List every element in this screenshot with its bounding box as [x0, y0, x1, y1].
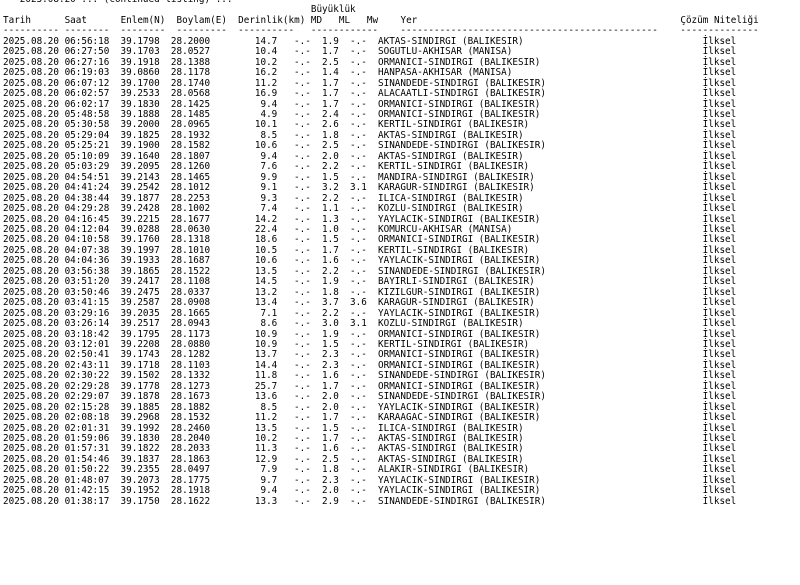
table-row: 2025.08.20 04:16:45 39.2215 28.1677 14.2…	[3, 213, 737, 225]
col-header-time: Saat	[64, 14, 121, 26]
table-row: 2025.08.20 01:50:22 39.2355 28.0497 7.9 …	[3, 464, 737, 476]
table-row: 2025.08.20 03:18:42 39.1795 28.1173 10.9…	[3, 328, 737, 340]
table-row: 2025.08.20 05:03:29 39.2095 28.1260 7.6 …	[3, 161, 737, 173]
table-row: 2025.08.20 01:57:31 39.1822 28.2033 11.3…	[3, 443, 737, 455]
table-row: 2025.08.20 01:42:15 39.1952 28.1918 9.4 …	[3, 485, 737, 497]
earthquake-listing: 2025.08.20 ... (continued listing) ... B…	[0, 0, 800, 507]
table-row: 2025.08.20 03:26:14 39.2517 28.0943 8.6 …	[3, 318, 737, 330]
table-row: 2025.08.20 05:29:04 39.1825 28.1932 8.5 …	[3, 129, 737, 141]
table-row: 2025.08.20 04:38:44 39.1877 28.2253 9.3 …	[3, 192, 737, 204]
table-row: 2025.08.20 04:07:38 39.1997 28.1010 10.5…	[3, 244, 737, 256]
table-row: 2025.08.20 01:48:07 39.2073 28.1775 9.7 …	[3, 474, 737, 486]
header-separator: ---------- -------- -------- --------- -…	[3, 25, 759, 37]
table-row: 2025.08.20 02:08:18 39.2968 28.1532 11.2…	[3, 412, 737, 424]
table-row: 2025.08.20 06:27:16 39.1918 28.1388 10.2…	[3, 56, 737, 68]
table-row: 2025.08.20 05:25:21 39.1900 28.1582 10.6…	[3, 140, 737, 152]
table-row: 2025.08.20 06:07:12 39.1700 28.1740 11.2…	[3, 77, 737, 89]
col-header-latitude: Enlem(N)	[120, 14, 177, 26]
table-row: 2025.08.20 03:51:20 39.2417 28.1108 14.5…	[3, 276, 737, 288]
partial-top-line: 2025.08.20 ... (continued listing) ...	[3, 0, 233, 5]
table-row: 2025.08.20 06:19:03 39.0860 28.1178 16.2…	[3, 67, 737, 79]
magnitude-group-header: Büyüklük	[310, 4, 356, 16]
table-row: 2025.08.20 02:29:07 39.1878 28.1673 13.6…	[3, 391, 737, 403]
table-row: 2025.08.20 04:04:36 39.1933 28.1687 10.6…	[3, 255, 737, 267]
table-row: 2025.08.20 05:10:09 39.1640 28.1807 9.4 …	[3, 150, 737, 162]
table-row: 2025.08.20 04:41:24 39.2542 28.1012 9.1 …	[3, 182, 737, 194]
table-row: 2025.08.20 01:38:17 39.1750 28.1622 13.3…	[3, 495, 737, 507]
table-row: 2025.08.20 02:01:31 39.1992 28.2460 13.5…	[3, 422, 737, 434]
col-header-location: Yer	[400, 14, 681, 26]
table-row: 2025.08.20 04:29:28 39.2428 28.1002 7.4 …	[3, 203, 737, 215]
table-row: 2025.08.20 03:29:16 39.2035 28.1665 7.1 …	[3, 307, 737, 319]
table-row: 2025.08.20 05:30:58 39.2000 28.0965 10.1…	[3, 119, 737, 131]
table-row: 2025.08.20 04:12:04 39.0288 28.0630 22.4…	[3, 223, 737, 235]
table-row: 2025.08.20 03:41:15 39.2587 28.0908 13.4…	[3, 297, 737, 309]
table-row: 2025.08.20 02:29:28 39.1778 28.1273 25.7…	[3, 380, 737, 392]
table-row: 2025.08.20 06:27:50 39.1703 28.0527 10.4…	[3, 46, 737, 58]
table-row: 2025.08.20 05:48:58 39.1888 28.1485 4.9 …	[3, 108, 737, 120]
col-header-longitude: Boylam(E)	[176, 14, 239, 26]
col-header-md: MD	[310, 14, 339, 26]
table-row: 2025.08.20 02:30:22 39.1502 28.1332 11.8…	[3, 370, 737, 382]
earthquake-list-page: 2025.08.20 ... (continued listing) ... B…	[0, 0, 800, 585]
col-header-solution: Çözüm Niteliği	[680, 14, 759, 26]
table-row: 2025.08.20 01:54:46 39.1837 28.1863 12.9…	[3, 453, 737, 465]
table-row: 2025.08.20 02:50:41 39.1743 28.1282 13.7…	[3, 349, 737, 361]
col-header-date: Tarih	[3, 14, 65, 26]
table-row: 2025.08.20 03:12:01 39.2208 28.0880 10.9…	[3, 338, 737, 350]
table-row: 2025.08.20 01:59:06 39.1830 28.2040 10.2…	[3, 433, 737, 445]
table-row: 2025.08.20 06:02:17 39.1830 28.1425 9.4 …	[3, 98, 737, 110]
table-row: 2025.08.20 03:50:46 39.2475 28.0337 13.2…	[3, 286, 737, 298]
table-row: 2025.08.20 02:43:11 39.1718 28.1103 14.4…	[3, 359, 737, 371]
col-header-mw: Mw	[366, 14, 401, 26]
table-row: 2025.08.20 04:54:51 39.2143 28.1465 9.9 …	[3, 171, 737, 183]
table-row: 2025.08.20 06:02:57 39.2533 28.0568 16.9…	[3, 88, 737, 100]
col-header-depth: Derinlik(km)	[238, 14, 311, 26]
table-row: 2025.08.20 02:15:28 39.1885 28.1882 8.5 …	[3, 401, 737, 413]
table-row: 2025.08.20 03:56:38 39.1865 28.1522 13.5…	[3, 265, 737, 277]
table-row: 2025.08.20 06:56:18 39.1798 28.2000 14.7…	[3, 35, 737, 47]
table-row: 2025.08.20 04:10:58 39.1760 28.1318 18.6…	[3, 234, 737, 246]
col-header-ml: ML	[338, 14, 367, 26]
